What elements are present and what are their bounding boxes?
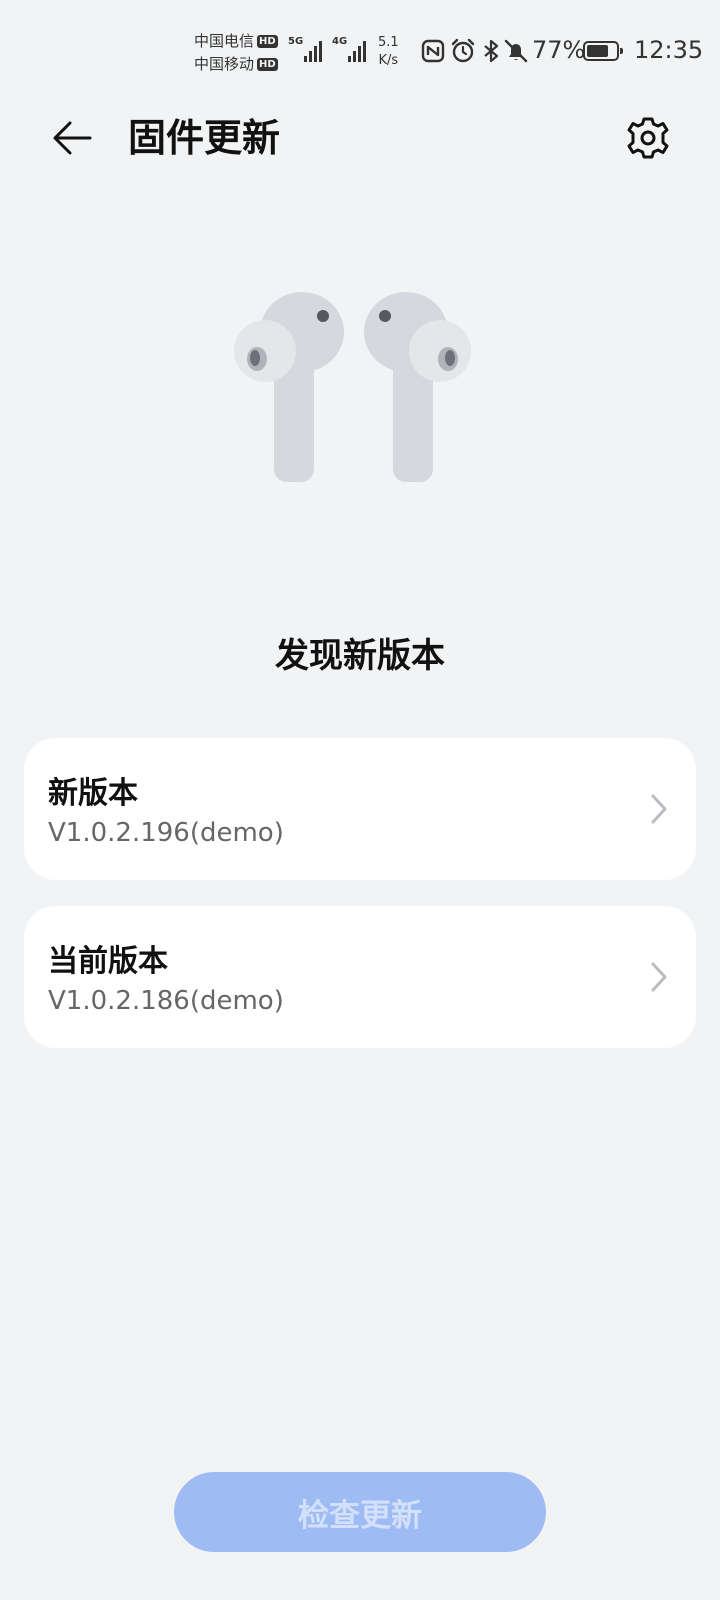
nfc-icon [421, 39, 445, 63]
network-speed: 5.1 K/s [378, 34, 399, 70]
carrier-info: 中国电信 HD 中国移动 HD [194, 30, 278, 76]
new-version-card[interactable]: 新版本 V1.0.2.196(demo) [24, 738, 696, 880]
page-title: 固件更新 [128, 116, 281, 160]
carrier-1: 中国电信 [194, 32, 255, 50]
left-earbud [234, 292, 344, 482]
battery-percent: 77% [532, 36, 586, 64]
carrier-2: 中国移动 [194, 55, 255, 73]
clock: 12:35 [634, 36, 704, 64]
new-version-label: 新版本 [48, 776, 138, 811]
bluetooth-icon [484, 39, 499, 63]
hd-badge-2: HD [257, 58, 278, 71]
new-version-value: V1.0.2.196(demo) [48, 818, 284, 848]
network-speed-unit: K/s [378, 53, 399, 68]
battery-icon [583, 41, 623, 61]
back-button[interactable] [42, 108, 102, 168]
signal-5g-tag: 5G [288, 36, 304, 47]
mute-icon [504, 39, 528, 63]
status-bar: 中国电信 HD 中国移动 HD 5G 4G 5.1 K/s 77% 12:35 [0, 0, 720, 100]
check-update-button[interactable]: 检查更新 [174, 1472, 546, 1552]
battery-fill [587, 45, 608, 57]
signal-5g-icon: 5G [288, 36, 323, 62]
chevron-right-icon [651, 962, 667, 992]
update-status-heading: 发现新版本 [275, 636, 445, 676]
arrow-left-icon [53, 121, 92, 155]
network-speed-value: 5.1 [378, 35, 399, 50]
gear-icon [627, 117, 669, 159]
hd-badge-1: HD [257, 35, 278, 48]
signal-4g-icon: 4G [332, 36, 367, 62]
signal-4g-tag: 4G [332, 36, 348, 47]
right-earbud [364, 292, 471, 482]
alarm-icon [451, 38, 475, 63]
current-version-value: V1.0.2.186(demo) [48, 986, 284, 1016]
chevron-right-icon [651, 794, 667, 824]
current-version-label: 当前版本 [48, 944, 168, 979]
current-version-card[interactable]: 当前版本 V1.0.2.186(demo) [24, 906, 696, 1048]
earbuds-image [234, 292, 471, 482]
settings-button[interactable] [618, 108, 678, 168]
